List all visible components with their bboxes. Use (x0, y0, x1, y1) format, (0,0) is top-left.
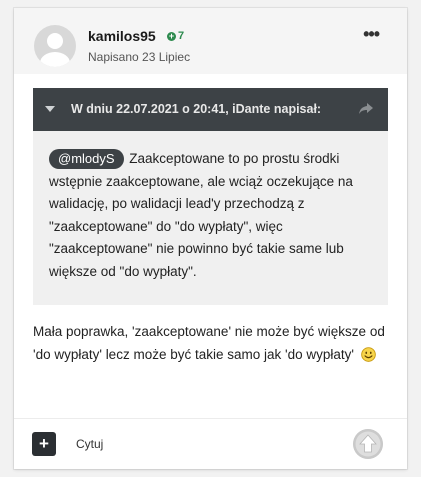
quote-citation: W dniu 22.07.2021 o 20:41, iDante napisa… (71, 102, 322, 116)
quote-button[interactable]: Cytuj (76, 437, 103, 451)
reputation-count: 7 (178, 30, 185, 42)
avatar-head-shape (47, 33, 63, 49)
upvote-arrow-icon[interactable] (353, 429, 383, 459)
chevron-down-icon[interactable] (43, 102, 57, 116)
avatar-body-shape (40, 52, 70, 67)
post-date: Napisano 23 Lipiec (88, 50, 191, 64)
post-text: Mała poprawka, 'zaakceptowane' nie może … (33, 324, 385, 362)
quote-body: @mlodyS Zaakceptowane to po prostu środk… (33, 131, 388, 305)
plus-circle-icon: + (167, 30, 176, 41)
quote-content: @mlodyS Zaakceptowane to po prostu środk… (49, 148, 377, 283)
post-content: Mała poprawka, 'zaakceptowane' nie może … (33, 320, 395, 366)
avatar[interactable] (34, 25, 76, 67)
reputation-badge: + 7 (167, 30, 184, 42)
post-menu-button[interactable]: ••• (363, 24, 380, 45)
share-arrow-icon[interactable] (358, 102, 374, 116)
smiley-icon (360, 347, 376, 362)
forum-post: kamilos95 + 7 Napisano 23 Lipiec ••• W d… (14, 8, 407, 469)
multiquote-add-button[interactable]: + (32, 432, 56, 456)
quote-header: W dniu 22.07.2021 o 20:41, iDante napisa… (33, 88, 388, 131)
post-header: kamilos95 + 7 Napisano 23 Lipiec ••• (14, 8, 407, 74)
author-name[interactable]: kamilos95 (88, 28, 156, 44)
user-mention[interactable]: @mlodyS (49, 149, 124, 169)
footer-divider (14, 418, 407, 419)
quote-text: Zaakceptowane to po prostu środki wstępn… (49, 151, 353, 279)
